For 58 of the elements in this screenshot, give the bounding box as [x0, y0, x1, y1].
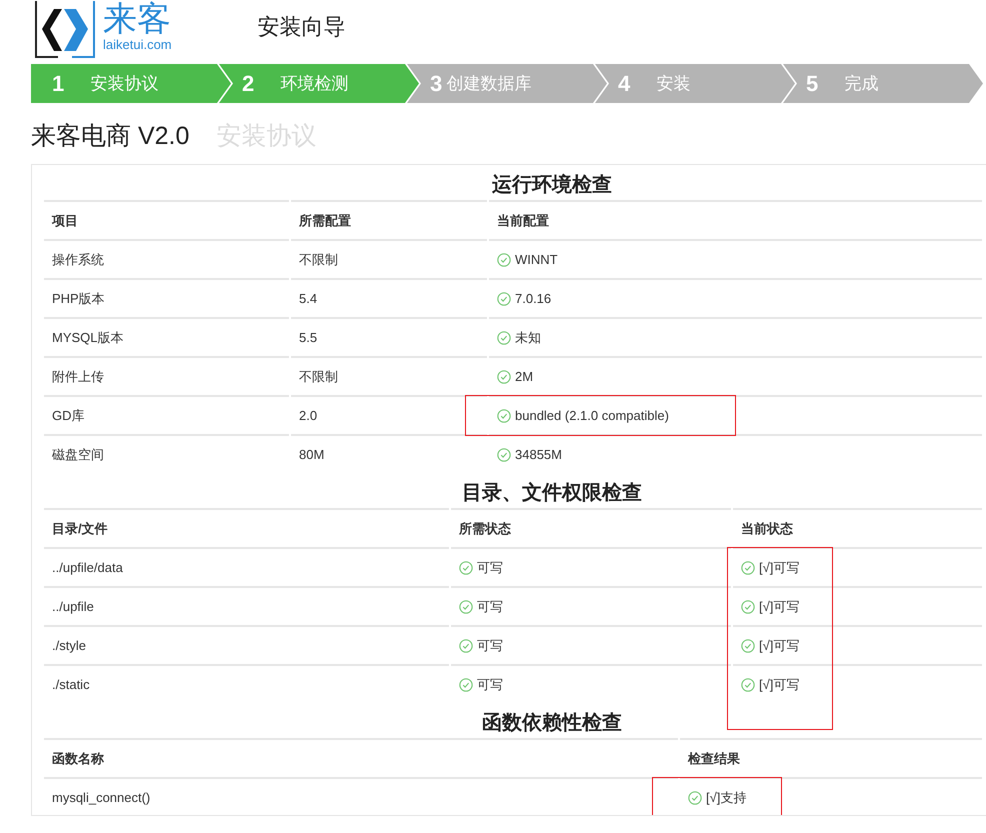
table-cell-text: 可写: [477, 558, 503, 577]
table-cell-text: 可写: [477, 676, 503, 694]
step-number: 3: [430, 70, 442, 98]
table-cell-text: [√]可写: [759, 636, 800, 655]
table-cell-text: GD库: [52, 406, 84, 425]
step-label: 安装: [656, 72, 690, 95]
column-header: 目录/文件: [52, 520, 108, 536]
column-header: 所需配置: [299, 212, 351, 228]
step-number: 5: [806, 70, 818, 98]
logo-domain: laiketui.com: [103, 38, 172, 52]
table-cell-text: 不限制: [299, 250, 338, 269]
column-header: 当前状态: [741, 520, 793, 536]
table-cell-text: 2M: [515, 368, 534, 386]
table-cell-text: ../upfile: [52, 598, 94, 616]
table-cell-text: MYSQL版本: [52, 328, 124, 347]
table-cell-text: WINNT: [515, 250, 558, 269]
logo-icon: [34, 1, 96, 59]
table-cell-text: [√]可写: [759, 598, 800, 616]
product-heading: 来客电商 V2.0: [31, 121, 190, 152]
logo-text: 来客: [103, 1, 172, 38]
page-title: 安装向导: [258, 13, 346, 41]
step-number: 1: [52, 70, 64, 98]
table-cell-text: 5.4: [299, 290, 318, 308]
column-header: 检查结果: [688, 750, 740, 766]
step-label: 环境检测: [280, 72, 348, 95]
section-title: 目录、文件权限检查: [462, 480, 642, 506]
table-cell-text: 80M: [299, 446, 324, 464]
step-label: 安装协议: [90, 72, 158, 95]
table-cell-text: 不限制: [299, 368, 338, 386]
table-cell-text: mysqli_connect(): [52, 788, 150, 807]
column-header: 函数名称: [52, 750, 104, 766]
table-cell-text: 未知: [515, 328, 541, 347]
table-cell-text: PHP版本: [52, 290, 105, 308]
table-cell-text: 5.5: [299, 328, 318, 347]
table-cell-text: ../upfile/data: [52, 558, 123, 577]
step-number: 2: [242, 70, 254, 98]
table-cell-text: 磁盘空间: [52, 446, 104, 464]
table-cell-text: 可写: [477, 636, 503, 655]
section-title: 函数依赖性检查: [482, 711, 622, 736]
step-label: 创建数据库: [446, 72, 532, 95]
column-header: 当前配置: [497, 212, 549, 228]
column-header: 所需状态: [459, 520, 511, 536]
table-cell-text: ./static: [52, 676, 90, 694]
table-cell-text: 操作系统: [52, 250, 104, 269]
table-cell-text: 34855M: [515, 446, 562, 464]
table-cell-text: 可写: [477, 598, 503, 616]
table-cell-text: ./style: [52, 636, 86, 655]
table-cell-text: 2.0: [299, 406, 318, 425]
table-cell-text: [√]可写: [759, 676, 800, 694]
table-cell-text: [√]支持: [706, 788, 746, 807]
table-cell-text: 附件上传: [52, 368, 104, 386]
column-header: 项目: [52, 212, 78, 228]
table-cell-text: 7.0.16: [515, 290, 552, 308]
table-cell-text: bundled (2.1.0 compatible): [515, 406, 669, 425]
section-title: 运行环境检查: [492, 172, 612, 198]
step-label: 完成: [844, 72, 878, 95]
step-number: 4: [618, 70, 630, 98]
table-cell-text: [√]可写: [759, 558, 800, 577]
